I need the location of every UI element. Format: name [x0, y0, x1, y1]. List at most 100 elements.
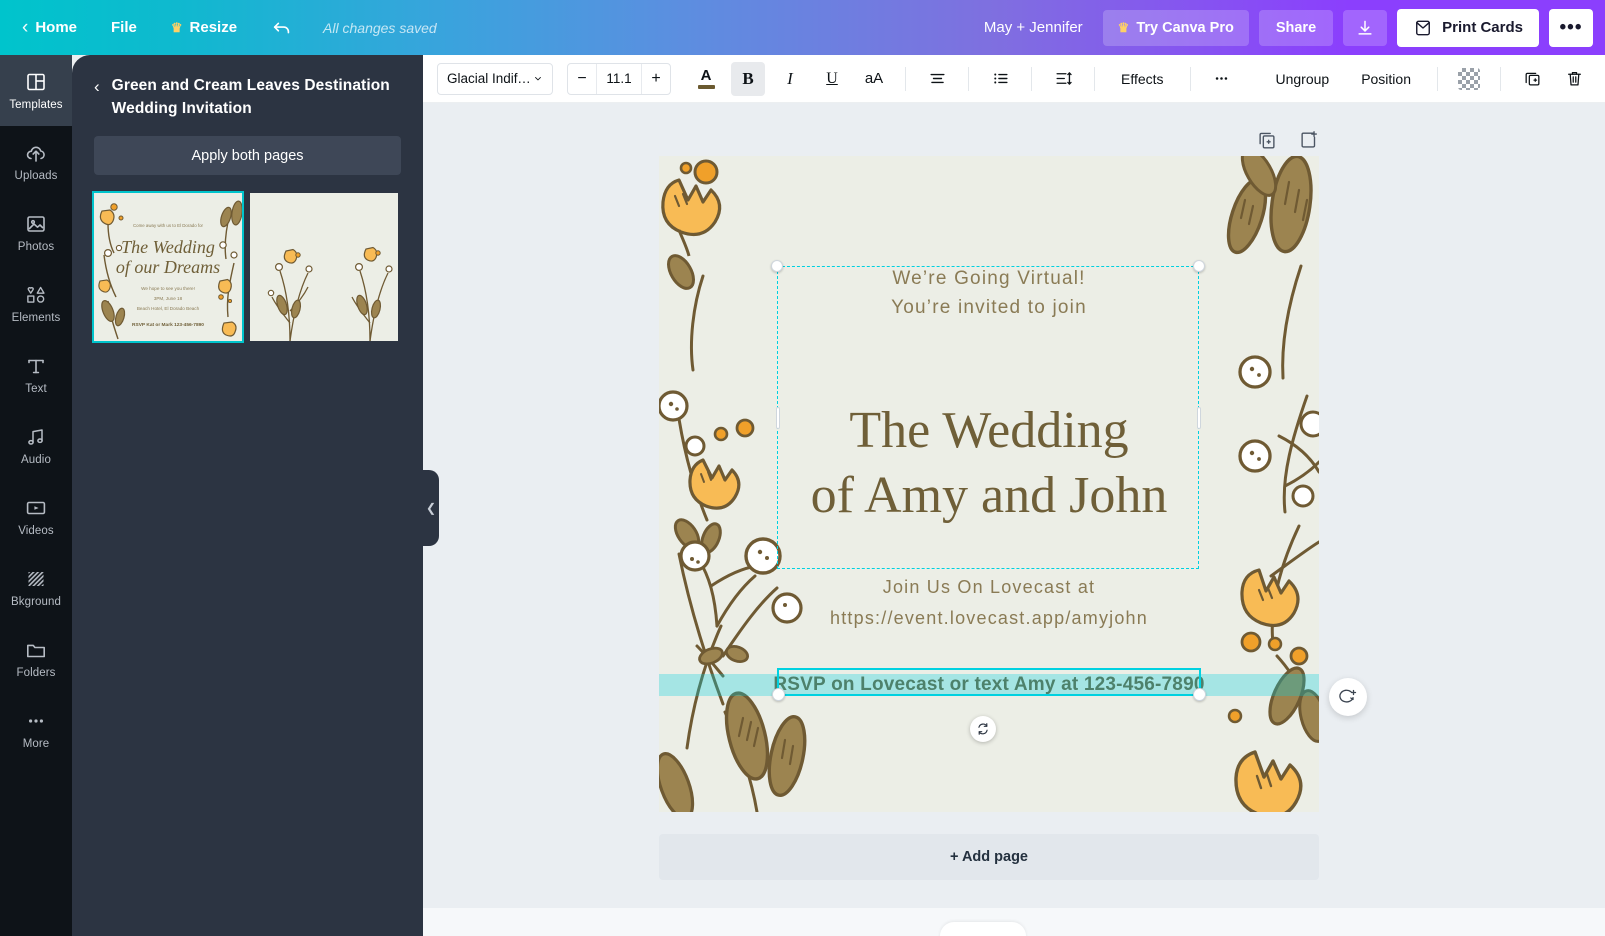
text-case-button[interactable]: aA [857, 62, 891, 96]
font-size-input[interactable]: 11.1 [596, 63, 642, 94]
sidebar-item-bkground[interactable]: Bkground [0, 552, 72, 623]
try-pro-label: Try Canva Pro [1136, 19, 1234, 36]
transparency-button[interactable] [1452, 62, 1486, 96]
text-color-letter: A [700, 67, 712, 84]
toolbar-divider [1189, 66, 1191, 91]
underline-button[interactable]: U [815, 62, 849, 96]
effects-button[interactable]: Effects [1109, 62, 1176, 96]
ungroup-label: Ungroup [1275, 70, 1330, 87]
undo-button[interactable] [257, 10, 307, 46]
design-heading-line-1[interactable]: The Wedding [659, 401, 1319, 460]
line-spacing-icon [1055, 72, 1072, 85]
video-icon [26, 501, 46, 515]
image-icon [27, 216, 45, 232]
font-size-decrease-button[interactable]: − [568, 64, 596, 94]
design-text-url[interactable]: https://event.lovecast.app/amyjohn [659, 608, 1319, 629]
position-button[interactable]: Position [1349, 62, 1423, 96]
hatch-pattern-icon [28, 572, 44, 586]
share-button[interactable]: Share [1258, 9, 1334, 46]
bullet-list-icon [993, 73, 1008, 84]
sidebar-item-more[interactable]: More [0, 694, 72, 765]
page-1-thumbnail[interactable]: Come away with us to El Dorado for The W… [92, 191, 244, 344]
home-button[interactable]: ‹ Home [14, 10, 91, 46]
sidebar-item-elements[interactable]: Elements [0, 268, 72, 339]
top-bar-more-button[interactable]: ••• [1549, 8, 1593, 47]
font-family-value: Glacial Indifferen... [447, 71, 534, 86]
crown-icon: ♛ [170, 19, 183, 35]
effects-label: Effects [1121, 70, 1164, 87]
duplicate-page-button[interactable] [1256, 129, 1278, 151]
home-label: Home [35, 19, 78, 36]
italic-button[interactable]: I [773, 62, 807, 96]
ungroup-button[interactable]: Ungroup [1263, 62, 1341, 96]
align-center-icon [929, 73, 945, 84]
rotate-handle[interactable] [970, 716, 996, 742]
plus-icon: + [651, 69, 661, 87]
design-text-invited[interactable]: You’re invited to join [659, 297, 1319, 319]
text-align-button[interactable] [920, 62, 954, 96]
sidebar-item-label: Photos [17, 241, 55, 253]
font-size-stepper: − 11.1 + [567, 62, 671, 95]
file-menu-button[interactable]: File [97, 10, 151, 46]
add-page-icon-button[interactable] [1298, 129, 1320, 151]
resize-button[interactable]: ♛ Resize [157, 10, 251, 46]
sidebar-item-folders[interactable]: Folders [0, 623, 72, 694]
design-heading-line-2[interactable]: of Amy and John [659, 466, 1319, 525]
sidebar-item-uploads[interactable]: Uploads [0, 126, 72, 197]
sidebar-item-videos[interactable]: Videos [0, 481, 72, 552]
sidebar-item-audio[interactable]: Audio [0, 410, 72, 481]
undo-icon [273, 22, 290, 33]
duplicate-button[interactable] [1515, 62, 1549, 96]
try-canva-pro-button[interactable]: ♛ Try Canva Pro [1102, 9, 1249, 46]
svg-text:RSVP Kat or Mark 123-456-7890: RSVP Kat or Mark 123-456-7890 [132, 322, 204, 328]
bold-button[interactable]: B [731, 61, 765, 96]
sidebar-item-photos[interactable]: Photos [0, 197, 72, 268]
toolbar-divider [1094, 66, 1095, 91]
chevron-left-icon: ‹ [22, 17, 29, 38]
chevron-down-icon [535, 77, 541, 81]
top-bar-right: May + Jennifer ♛ Try Canva Pro Share Pri… [974, 8, 1605, 47]
panel-back-button[interactable]: ‹ [94, 75, 100, 97]
add-page-button[interactable]: + Add page [659, 834, 1319, 880]
design-canvas[interactable]: We’re Going Virtual! You’re invited to j… [659, 156, 1319, 812]
ellipsis-icon [29, 719, 43, 723]
bottom-zoom-pill[interactable] [940, 922, 1026, 936]
delete-button[interactable] [1557, 62, 1591, 96]
shapes-icon [27, 286, 45, 303]
toolbar-divider [1031, 66, 1032, 91]
sidebar-item-templates[interactable]: Templates [0, 55, 72, 126]
thumbnail-artwork [250, 193, 398, 342]
download-icon [1358, 20, 1372, 35]
sidebar-item-text[interactable]: Text [0, 339, 72, 410]
design-text-virtual[interactable]: We’re Going Virtual! [659, 268, 1319, 290]
sidebar-item-label: Audio [21, 454, 51, 466]
file-label: File [111, 19, 137, 36]
page-2-thumbnail[interactable] [250, 193, 398, 342]
toolbar-more-button[interactable] [1205, 62, 1239, 96]
bottom-strip [423, 908, 1605, 936]
apply-both-pages-button[interactable]: Apply both pages [94, 136, 401, 176]
font-family-select[interactable]: Glacial Indifferen... [437, 62, 553, 95]
template-thumbnail-list: Come away with us to El Dorado for The W… [72, 175, 423, 344]
share-label: Share [1275, 19, 1317, 36]
line-spacing-button[interactable] [1046, 62, 1080, 96]
bullet-list-button[interactable] [983, 62, 1017, 96]
position-label: Position [1361, 70, 1411, 87]
print-cards-button[interactable]: Print Cards [1397, 8, 1539, 47]
resize-label: Resize [189, 19, 238, 36]
design-text-rsvp[interactable]: RSVP on Lovecast or text Amy at 123-456-… [659, 674, 1319, 696]
canvas-stage: We’re Going Virtual! You’re invited to j… [423, 103, 1605, 936]
thumbnail-artwork: Come away with us to El Dorado for The W… [94, 193, 242, 342]
svg-text:of our Dreams: of our Dreams [116, 257, 220, 277]
music-note-icon [28, 429, 43, 445]
text-color-button[interactable]: A [689, 62, 723, 96]
font-size-increase-button[interactable]: + [642, 64, 670, 94]
left-rail: Templates Uploads Photos Elements Text A… [0, 55, 72, 936]
document-title[interactable]: May + Jennifer [974, 19, 1093, 36]
sidebar-item-label: Elements [11, 312, 61, 324]
panel-collapse-handle[interactable]: ❮ [423, 470, 439, 546]
download-button[interactable] [1343, 9, 1388, 46]
help-chat-button[interactable] [1329, 678, 1367, 716]
sidebar-item-label: Uploads [14, 170, 58, 182]
design-text-join[interactable]: Join Us On Lovecast at [659, 577, 1319, 598]
